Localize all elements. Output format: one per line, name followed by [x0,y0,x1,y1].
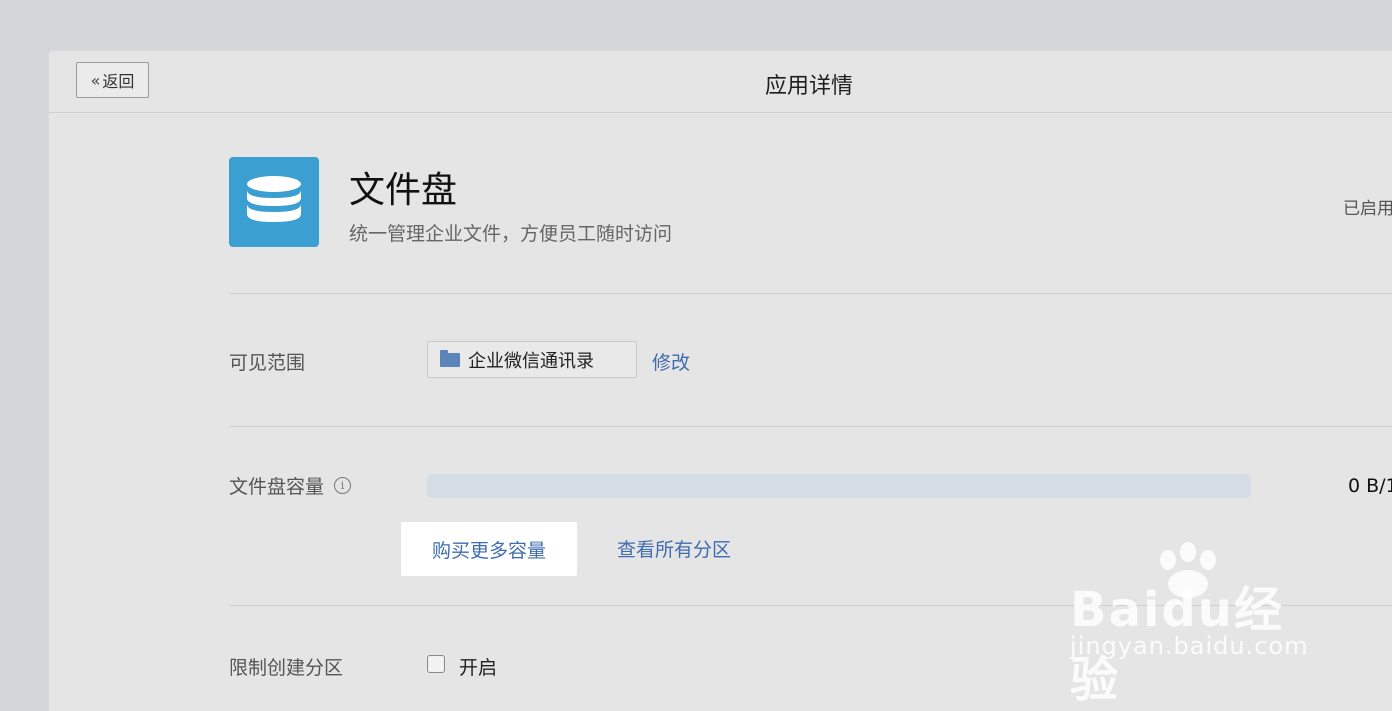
capacity-progress-bar [427,474,1251,498]
top-bar: « 返回 应用详情 [49,51,1392,113]
capacity-usage-text: 0 B/1 [1348,475,1392,497]
partition-limit-checkbox-label[interactable]: 开启 [459,653,497,680]
visibility-scope-text: 企业微信通讯录 [468,350,594,372]
folder-icon [440,349,460,367]
buy-capacity-button[interactable]: 购买更多容量 [401,522,577,576]
database-icon [229,157,319,247]
info-icon[interactable]: i [334,477,352,494]
divider [229,293,1392,294]
divider [229,426,1392,427]
watermark-url: jingyan.baidu.com [1070,632,1309,660]
app-name: 文件盘 [349,170,458,211]
double-chevron-left-icon: « [90,70,101,90]
view-partitions-link[interactable]: 查看所有分区 [617,535,731,562]
visibility-label: 可见范围 [229,352,306,374]
partition-limit-checkbox[interactable] [427,655,445,673]
edit-visibility-link[interactable]: 修改 [652,348,690,375]
capacity-row-label: 文件盘容量 i [229,472,352,499]
back-button[interactable]: « 返回 [76,62,149,98]
app-description: 统一管理企业文件，方便员工随时访问 [349,223,673,245]
back-button-label: 返回 [102,72,135,91]
partition-limit-label: 限制创建分区 [229,657,344,679]
baidu-jingyan-watermark: Baidu经验 jingyan.baidu.com [1066,540,1326,708]
page-title: 应用详情 [764,74,853,99]
capacity-label: 文件盘容量 [229,476,325,498]
app-status: 已启用 [1343,199,1392,219]
visibility-scope-tag: 企业微信通讯录 [427,341,637,378]
